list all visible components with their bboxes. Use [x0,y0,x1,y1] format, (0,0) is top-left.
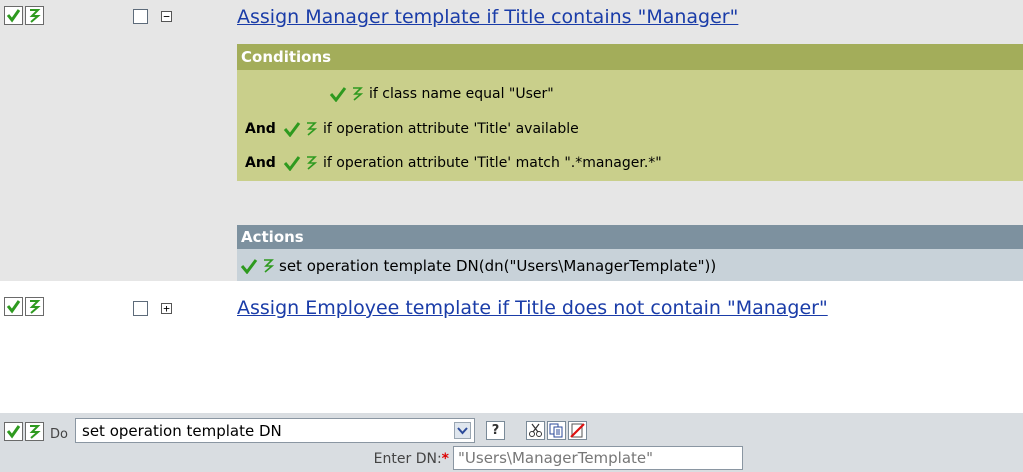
checkmark-icon [6,9,21,23]
rule-2-select-checkbox[interactable] [133,301,148,316]
condition-text: if operation attribute 'Title' available [323,121,579,137]
rule-2-expand-button[interactable]: + [161,303,172,314]
condition-prefix: And [245,121,276,137]
dn-field-label: Enter DN:* [374,451,449,467]
do-label: Do [50,427,68,442]
dn-input-value: "Users\ManagerTemplate" [458,449,654,467]
action-type-select[interactable]: set operation template DN [75,418,475,443]
action-text: set operation template DN(dn("Users\Mana… [279,257,717,275]
checkmark-icon [283,122,301,137]
editor-enabled-checkbox[interactable] [4,422,23,441]
action-type-select-value: set operation template DN [82,422,282,440]
trace-icon [29,300,41,314]
rule-2-trace-toggle[interactable] [25,297,44,316]
rule-1-select-checkbox[interactable] [133,9,148,24]
delete-button[interactable] [568,421,587,440]
trace-icon [29,9,41,23]
help-icon: ? [491,423,500,438]
dn-input[interactable]: "Users\ManagerTemplate" [453,446,743,470]
trace-icon [353,87,364,101]
trace-icon [264,259,275,273]
condition-prefix: And [245,155,276,171]
condition-row[interactable]: And if operation attribute 'Title' avail… [245,121,579,137]
checkmark-icon [283,156,301,171]
rule-1-enabled-checkbox[interactable] [4,6,23,25]
copy-button[interactable] [547,421,566,440]
cut-icon [529,423,542,437]
checkmark-icon [6,300,21,314]
checkmark-icon [240,259,258,274]
trace-icon [307,122,318,136]
copy-icon [549,423,563,438]
trace-icon [307,156,318,170]
delete-icon [570,423,585,438]
editor-trace-toggle[interactable] [25,422,44,441]
cut-button[interactable] [526,421,545,440]
trace-icon [29,425,41,439]
rule-2-enabled-checkbox[interactable] [4,297,23,316]
rule-2-title-link[interactable]: Assign Employee template if Title does n… [237,297,828,319]
help-button[interactable]: ? [486,421,505,440]
checkmark-icon [6,425,21,439]
rule-1-title-link[interactable]: Assign Manager template if Title contain… [237,6,738,28]
condition-text: if operation attribute 'Title' match ".*… [323,155,662,171]
condition-row[interactable]: And if operation attribute 'Title' match… [245,155,662,171]
dn-field-label-text: Enter DN: [373,451,442,467]
checkmark-icon [329,87,347,102]
chevron-down-icon[interactable] [454,422,471,439]
actions-header: Actions [237,225,1023,249]
rule-1-collapse-button[interactable]: − [161,11,172,22]
required-marker: * [441,451,449,467]
condition-text: if class name equal "User" [369,86,554,102]
action-row[interactable]: set operation template DN(dn("Users\Mana… [240,257,716,275]
rule-1-trace-toggle[interactable] [25,6,44,25]
condition-row[interactable]: if class name equal "User" [243,86,554,102]
conditions-header: Conditions [237,44,1023,70]
